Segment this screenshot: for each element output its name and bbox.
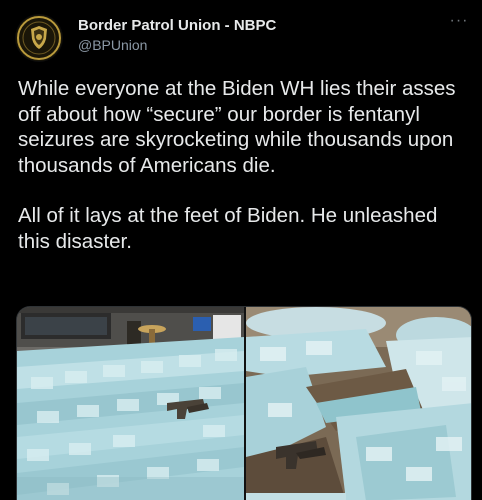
union-seal-logo-icon bbox=[16, 15, 62, 61]
seizure-photo-image-2 bbox=[246, 307, 471, 500]
avatar[interactable] bbox=[15, 14, 63, 62]
tweet-paragraph: All of it lays at the feet of Biden. He … bbox=[18, 204, 438, 253]
display-name[interactable]: Border Patrol Union - NBPC bbox=[78, 17, 276, 34]
tweet: Border Patrol Union - NBPC @BPUnion ··· … bbox=[0, 0, 482, 500]
seizure-photo-image bbox=[17, 307, 244, 500]
tweet-paragraph: While everyone at the Biden WH lies thei… bbox=[18, 77, 456, 177]
tweet-text: While everyone at the Biden WH lies thei… bbox=[18, 76, 470, 254]
photo-left[interactable] bbox=[17, 307, 244, 500]
media-grid bbox=[16, 306, 472, 500]
photo-right[interactable] bbox=[246, 307, 471, 500]
more-options-icon[interactable]: ··· bbox=[448, 12, 470, 30]
handle[interactable]: @BPUnion bbox=[78, 37, 147, 53]
